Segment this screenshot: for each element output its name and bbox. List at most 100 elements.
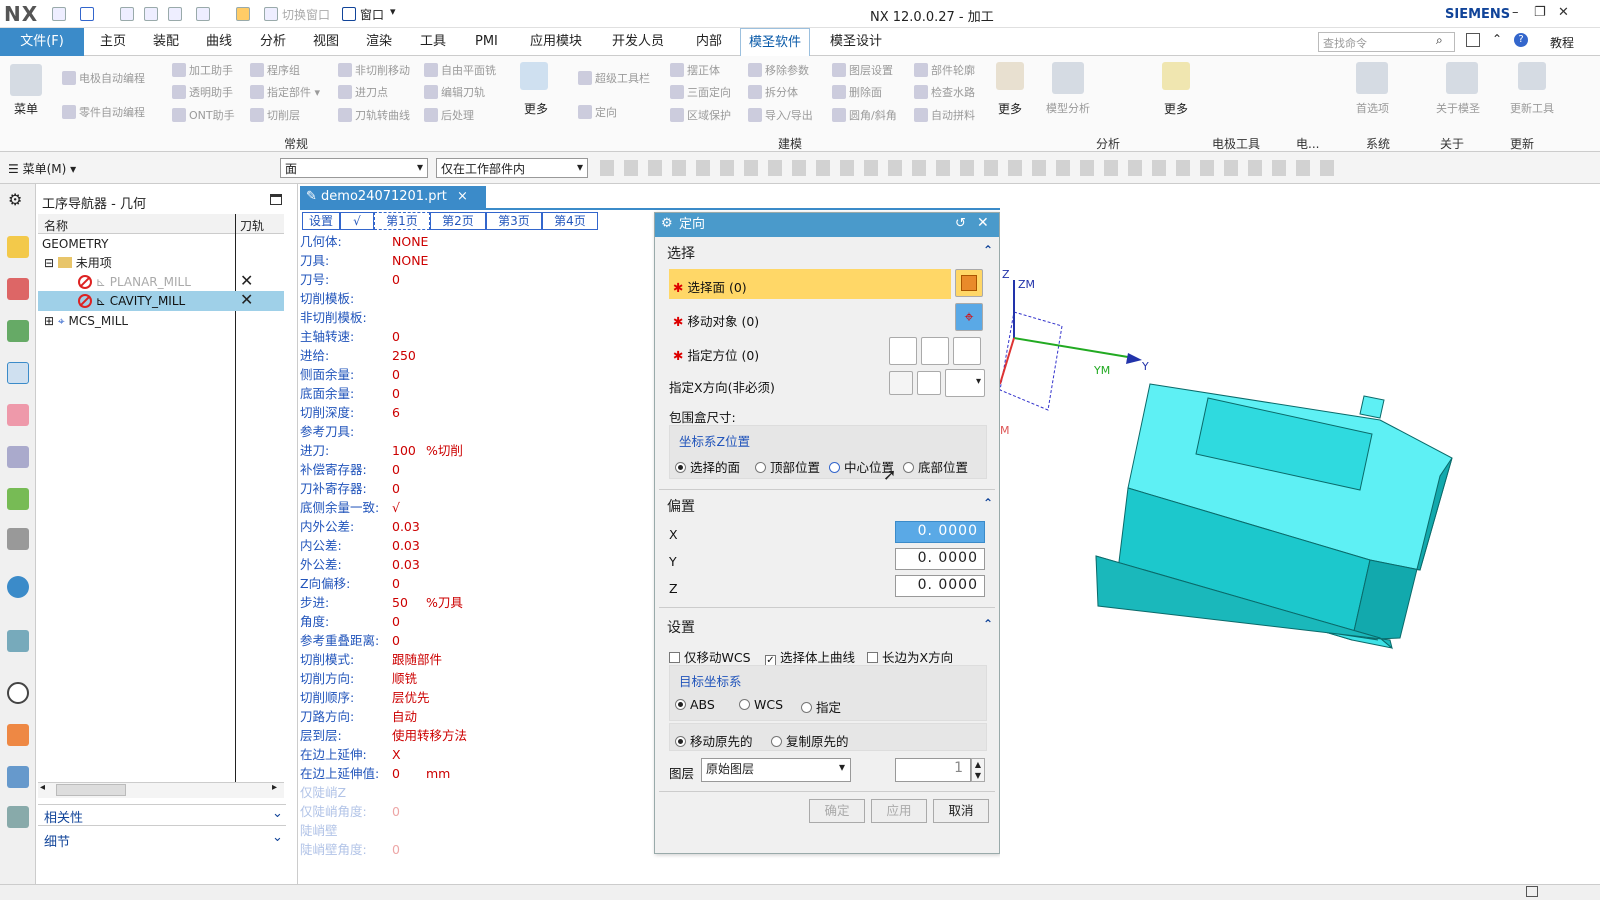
radio-dot-off[interactable]: [771, 736, 782, 747]
point-vector-icon[interactable]: [917, 371, 941, 395]
tab-page-3[interactable]: 第3页: [486, 212, 542, 230]
radio-dot-off[interactable]: [829, 462, 840, 473]
web-browser-icon[interactable]: [7, 528, 29, 550]
part-navigator-icon[interactable]: [7, 320, 29, 342]
help-icon[interactable]: ?: [1514, 33, 1528, 47]
tab-analysis[interactable]: 分析: [252, 28, 294, 56]
orient-arrow-icon[interactable]: [953, 337, 981, 365]
about-icon[interactable]: [1446, 62, 1478, 94]
tree-row-planar-mill[interactable]: ⊾ PLANAR_MILL: [78, 272, 191, 292]
copy-icon[interactable]: [144, 7, 158, 21]
scroll-right-icon[interactable]: ▸: [272, 782, 277, 793]
save-icon[interactable]: [52, 7, 66, 21]
z-offset-input[interactable]: 0. 0000: [895, 575, 985, 597]
snap-toolbar-icons[interactable]: [600, 160, 1340, 176]
hd3d-tools-icon[interactable]: [7, 488, 29, 510]
csys-dialog-icon[interactable]: [921, 337, 949, 365]
more-icon-3[interactable]: [1162, 62, 1190, 90]
part-auto-program[interactable]: 零件自动编程: [62, 104, 145, 120]
settings-gear-icon[interactable]: ⚙: [8, 190, 22, 209]
assembly-navigator-icon[interactable]: [7, 236, 29, 258]
more-button-1[interactable]: 更多: [524, 100, 548, 117]
reset-icon[interactable]: ↺: [955, 216, 966, 231]
tree-row-unused[interactable]: ⊟ 未用项: [44, 253, 112, 273]
part-outline[interactable]: 部件轮廓: [914, 62, 975, 78]
radio-copy-original[interactable]: 复制原先的: [771, 731, 849, 750]
import-export[interactable]: 导入/导出: [748, 107, 813, 123]
non-cutting-moves[interactable]: 非切削移动: [338, 62, 410, 78]
status-panel-icon[interactable]: [1526, 886, 1538, 897]
delete-face[interactable]: 删除面: [832, 84, 882, 100]
cut-icon[interactable]: [120, 7, 134, 21]
selection-scope-select[interactable]: 仅在工作部件内 ▾: [436, 158, 588, 178]
select-curves-checkbox[interactable]: ✓ 选择体上曲线: [765, 647, 855, 666]
scroll-left-icon[interactable]: ◂: [40, 782, 45, 793]
tab-page-1[interactable]: 第1页: [374, 212, 430, 230]
select-face-label[interactable]: ✱ 选择面 (0): [673, 277, 747, 296]
tab-view[interactable]: 视图: [305, 28, 347, 56]
section-select[interactable]: 选择: [667, 243, 695, 263]
spinner-icon[interactable]: ▲ ▼: [971, 758, 985, 782]
chevron-up-icon[interactable]: ⌃: [983, 617, 993, 631]
search-icon[interactable]: ⌕: [1436, 33, 1443, 48]
apply-button[interactable]: 应用: [871, 799, 927, 823]
more-icon[interactable]: [520, 62, 548, 90]
tab-assembly[interactable]: 装配: [145, 28, 187, 56]
region-protect[interactable]: 区域保护: [670, 107, 731, 123]
radio-dot-on[interactable]: [675, 699, 686, 710]
three-face-orient[interactable]: 三面定向: [670, 84, 731, 100]
scroll-thumb[interactable]: [56, 784, 126, 796]
straighten-body[interactable]: 摆正体: [670, 62, 720, 78]
column-name[interactable]: 名称: [44, 217, 68, 234]
radio-selected-face[interactable]: 选择的面: [675, 457, 740, 476]
details-label[interactable]: 细节: [44, 831, 70, 850]
select-face-cube-icon[interactable]: [955, 269, 983, 297]
layer-number-input[interactable]: 1: [895, 758, 971, 782]
tree-row-cavity-mill[interactable]: ⊾ CAVITY_MILL: [78, 291, 185, 311]
switch-window-icon[interactable]: [264, 7, 278, 21]
section-offset[interactable]: 偏置: [667, 496, 695, 516]
program-group[interactable]: 程序组: [250, 62, 300, 78]
only-wcs-checkbox[interactable]: 仅移动WCS: [669, 647, 751, 666]
radio-top[interactable]: 顶部位置: [755, 457, 820, 476]
type-filter-select[interactable]: 面 ▾: [280, 158, 428, 178]
checkbox-box[interactable]: [669, 652, 680, 663]
graphics-viewport[interactable]: Z ZM YM Y M: [999, 208, 1600, 884]
y-offset-input[interactable]: 0. 0000: [895, 548, 985, 570]
viewport-scene[interactable]: Z ZM YM Y M: [999, 208, 1600, 884]
more-button-3[interactable]: 更多: [1164, 100, 1188, 117]
ont-assistant[interactable]: ONT助手: [172, 107, 235, 123]
window-icon[interactable]: [342, 7, 356, 21]
minimize-icon[interactable]: –: [1512, 5, 1519, 20]
window-label[interactable]: 窗口: [360, 6, 384, 23]
tab-tools[interactable]: 工具: [412, 28, 454, 56]
chevron-down-icon[interactable]: ⌄: [272, 830, 283, 845]
palette-icon[interactable]: [7, 724, 29, 746]
history-icon[interactable]: [7, 576, 29, 598]
orient-command[interactable]: 定向: [578, 104, 617, 120]
close-window-icon[interactable]: ✕: [1558, 5, 1569, 20]
expand-icon[interactable]: ⊞: [44, 314, 54, 328]
specify-part[interactable]: 指定部件 ▾: [250, 84, 320, 100]
radio-dot-on[interactable]: [675, 736, 686, 747]
tab-render[interactable]: 渲染: [358, 28, 400, 56]
tab-page-2[interactable]: 第2页: [430, 212, 486, 230]
x-offset-input[interactable]: 0. 0000: [895, 521, 985, 543]
remove-parameters[interactable]: 移除参数: [748, 62, 809, 78]
check-waterway[interactable]: 检查水路: [914, 84, 975, 100]
long-edge-checkbox[interactable]: 长边为X方向: [867, 647, 953, 666]
undo-icon[interactable]: [80, 7, 94, 21]
entry-point[interactable]: 进刀点: [338, 84, 388, 100]
menu-big-icon[interactable]: [10, 64, 42, 96]
roles-icon[interactable]: [7, 766, 29, 788]
tab-settings[interactable]: 设置: [302, 212, 340, 230]
toolbar-menu[interactable]: ☰ 菜单(M) ▾: [8, 160, 76, 177]
section-settings[interactable]: 设置: [667, 617, 695, 637]
qa-dropdown-icon[interactable]: ▾: [390, 5, 396, 18]
update-tools[interactable]: 更新工具: [1510, 100, 1554, 116]
vector-dropdown[interactable]: ▾: [945, 369, 985, 397]
fillet-chamfer[interactable]: 圆角/斜角: [832, 107, 897, 123]
tab-pmi[interactable]: PMI: [467, 28, 506, 56]
touch-mode-icon[interactable]: [236, 7, 250, 21]
update-icon[interactable]: [1518, 62, 1546, 90]
